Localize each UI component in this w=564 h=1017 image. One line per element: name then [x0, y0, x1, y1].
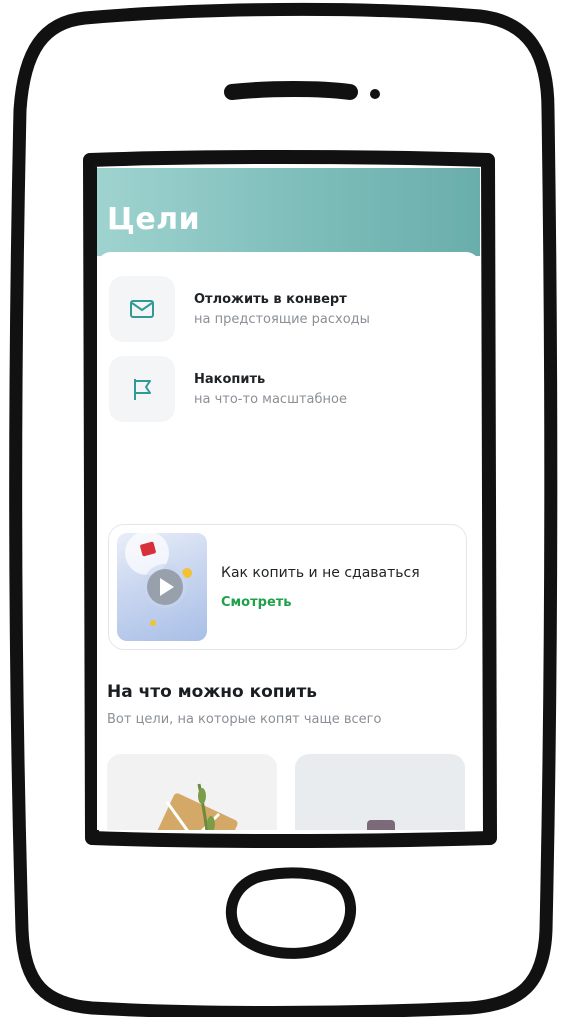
content-sheet: Отложить в конверт на предстоящие расход…: [97, 252, 480, 830]
video-thumbnail: [117, 533, 207, 641]
goal-icon-box: [109, 276, 175, 342]
goal-item-accumulate[interactable]: Накопить на что-то масштабное: [109, 356, 469, 424]
goal-icon-box: [109, 356, 175, 422]
goal-subtitle: на предстоящие расходы: [194, 312, 370, 327]
app-screen: Цели Отложить в конверт на предстоящие р…: [97, 168, 480, 830]
header-bar: Цели: [97, 168, 480, 256]
goal-tile-lifebuoy[interactable]: [295, 754, 465, 830]
envelope-icon: [130, 300, 154, 318]
section-subtitle: Вот цели, на которые копят чаще всего: [107, 712, 382, 727]
video-card[interactable]: Как копить и не сдаваться Смотреть: [108, 524, 467, 650]
goal-subtitle: на что-то масштабное: [194, 392, 347, 407]
video-title: Как копить и не сдаваться: [221, 565, 420, 581]
play-icon[interactable]: [145, 567, 185, 607]
gift-box-image: [150, 783, 238, 830]
lifebuoy-image: [365, 820, 395, 830]
goal-title: Накопить: [194, 372, 266, 387]
section-title: На что можно копить: [107, 682, 318, 702]
goal-item-envelope[interactable]: Отложить в конверт на предстоящие расход…: [109, 276, 469, 344]
goal-title: Отложить в конверт: [194, 292, 347, 307]
watch-link[interactable]: Смотреть: [221, 595, 292, 610]
page-title: Цели: [107, 202, 201, 237]
goal-tile-gift[interactable]: [107, 754, 277, 830]
flag-icon: [134, 379, 151, 400]
